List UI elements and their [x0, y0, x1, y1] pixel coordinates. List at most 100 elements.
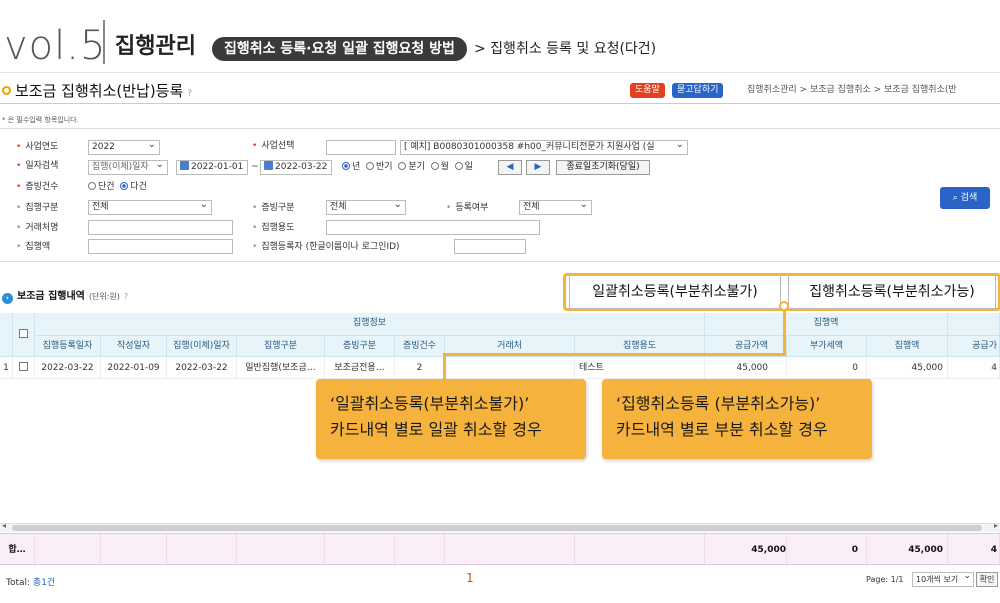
- banner-divider: [103, 20, 105, 64]
- sum-empty: [445, 534, 575, 566]
- radio-year[interactable]: [342, 162, 350, 170]
- sum-empty: [237, 534, 325, 566]
- amount-input[interactable]: [88, 239, 233, 254]
- col-evidence-type[interactable]: 증빙구분: [325, 336, 395, 357]
- page-title-text: 보조금 집행취소(반납)등록: [15, 82, 184, 100]
- row-number: 1: [0, 357, 13, 379]
- help-button[interactable]: 도움말: [630, 83, 665, 98]
- horizontal-scrollbar[interactable]: ◂ ▸: [0, 521, 1000, 532]
- radio-single[interactable]: [88, 182, 96, 190]
- vendor-input[interactable]: [88, 220, 233, 235]
- business-select-dropdown[interactable]: [ 예치] B0080301000358 #h00_커뮤니티전문가 지원사업 (…: [400, 140, 688, 155]
- page-title: 보조금 집행취소(반납)등록?: [2, 81, 192, 104]
- date-type-select[interactable]: 집행(이체)일자: [88, 160, 168, 175]
- table-cell: 2022-01-09: [101, 357, 167, 379]
- table-cell: [445, 357, 575, 379]
- registrant-label: • 집행등록자 (한글이름이나 로그인ID): [252, 242, 400, 252]
- connector-line: [783, 306, 786, 356]
- period-radio-group[interactable]: 년 반기 분기 월 일: [342, 160, 473, 174]
- bulk-cancel-register-button[interactable]: 일괄취소등록(부분취소불가): [569, 275, 781, 309]
- grid-footer: Total: 총1건 1 Page: 1/1 10개씩 보기 확인: [0, 570, 1000, 593]
- purpose-label: • 집행용도: [252, 223, 295, 233]
- chevron-right-icon: ›: [2, 293, 13, 304]
- tutorial-banner: vol.5 집행관리 집행취소 등록·요청 일괄 집행요청 방법 > 집행취소 …: [0, 0, 1000, 72]
- evidence-type-label: • 증빙구분: [252, 203, 295, 213]
- required-note: * 은 필수입력 항목입니다.: [2, 116, 79, 124]
- form-divider-top: [0, 128, 1000, 129]
- scroll-thumb[interactable]: [12, 525, 982, 531]
- table-cell: 테스트: [575, 357, 705, 379]
- connector-dot: [779, 301, 789, 311]
- search-button[interactable]: ⌕ 검색: [940, 187, 990, 209]
- evidence-type-select[interactable]: 전체: [326, 200, 406, 215]
- partial-cancel-register-button[interactable]: 집행취소등록(부분취소가능): [788, 275, 996, 309]
- help-question-icon[interactable]: ?: [124, 292, 128, 301]
- date-to-input[interactable]: 2022-03-22: [260, 160, 332, 175]
- col-transfer-date[interactable]: 집행(이체)일자: [167, 336, 237, 357]
- col-written-date[interactable]: 작성일자: [101, 336, 167, 357]
- exec-type-select[interactable]: 전체: [88, 200, 212, 215]
- calendar-icon[interactable]: [264, 161, 273, 170]
- scroll-left-icon[interactable]: ◂: [2, 521, 6, 530]
- amount-label: • 집행액: [16, 242, 51, 252]
- radio-day[interactable]: [454, 162, 463, 170]
- prev-period-button[interactable]: ◀: [498, 160, 522, 175]
- business-code-input[interactable]: [326, 140, 396, 155]
- sum-empty: [35, 534, 101, 566]
- banner-topic-pill: 집행취소 등록·요청 일괄 집행요청 방법: [212, 37, 467, 61]
- registrant-input[interactable]: [454, 239, 526, 254]
- page-info: Page: 1/1: [866, 575, 904, 584]
- calendar-icon[interactable]: [180, 161, 189, 170]
- scroll-right-icon[interactable]: ▸: [994, 521, 998, 530]
- title-bullet-icon: [2, 86, 11, 95]
- volume-label: vol.5: [4, 23, 107, 69]
- col-vat[interactable]: 부가세액: [787, 336, 867, 357]
- col-supply-amount-2[interactable]: 공급가: [948, 336, 1000, 357]
- vendor-label: • 거래처명: [16, 223, 59, 233]
- connector-line: [443, 353, 785, 356]
- business-year-select[interactable]: 2022: [88, 140, 160, 155]
- evidence-count-radio-group[interactable]: 단건 다건: [88, 180, 147, 194]
- date-search-label: • 일자검색: [16, 161, 59, 171]
- radio-multiple[interactable]: [120, 182, 129, 190]
- callout-bulk-line2: 카드내역 별로 일괄 취소할 경우: [330, 420, 542, 439]
- section-title: › 보조금 집행내역 (단위:원)?: [2, 290, 128, 304]
- business-year-label: • 사업연도: [16, 142, 59, 152]
- col-evidence-count[interactable]: 증빙건수: [395, 336, 445, 357]
- date-from-input[interactable]: 2022-01-01: [176, 160, 248, 175]
- page-number-1[interactable]: 1: [466, 571, 474, 585]
- sum-supply-2: 4: [948, 534, 1000, 566]
- table-cell: 보조금전용…: [325, 357, 395, 379]
- header-divider: [0, 103, 1000, 104]
- col-exec-amount[interactable]: 집행액: [867, 336, 948, 357]
- per-page-select[interactable]: 10개씩 보기: [912, 570, 974, 587]
- select-all-checkbox[interactable]: [19, 329, 28, 338]
- search-icon: ⌕: [952, 193, 961, 203]
- form-divider-bottom: [0, 261, 1000, 262]
- row-checkbox[interactable]: [19, 362, 28, 371]
- row-select[interactable]: [13, 357, 35, 379]
- radio-month[interactable]: [430, 162, 439, 170]
- table-cell: 4: [948, 357, 1000, 379]
- faq-button[interactable]: 묻고답하기: [672, 83, 724, 98]
- connector-line: [443, 353, 446, 379]
- radio-half[interactable]: [366, 162, 375, 170]
- callout-partial-line2: 카드내역 별로 부분 취소할 경우: [616, 420, 828, 439]
- col-register-date[interactable]: 집행등록일자: [35, 336, 101, 357]
- confirm-button[interactable]: 확인: [976, 572, 998, 587]
- table-cell: 2022-03-22: [35, 357, 101, 379]
- grid-select-all[interactable]: [13, 313, 35, 357]
- table-cell: 2: [395, 357, 445, 379]
- purpose-input[interactable]: [326, 220, 540, 235]
- reset-end-date-button[interactable]: 종료일초기화(당일): [556, 160, 650, 175]
- radio-quarter[interactable]: [398, 162, 407, 170]
- sum-empty: [167, 534, 237, 566]
- col-exec-type[interactable]: 집행구분: [237, 336, 325, 357]
- callout-bulk-cancel: ‘일괄취소등록(부분취소불가)’ 카드내역 별로 일괄 취소할 경우: [316, 379, 586, 459]
- date-separator: ~: [251, 162, 259, 172]
- callout-partial-cancel: ‘집행취소등록 (부분취소가능)’ 카드내역 별로 부분 취소할 경우: [602, 379, 872, 459]
- register-select[interactable]: 전체: [519, 200, 592, 215]
- help-question-icon[interactable]: ?: [187, 89, 192, 99]
- next-period-button[interactable]: ▶: [526, 160, 550, 175]
- sum-row: 합… 45,000 0 45,000 4: [0, 533, 1000, 566]
